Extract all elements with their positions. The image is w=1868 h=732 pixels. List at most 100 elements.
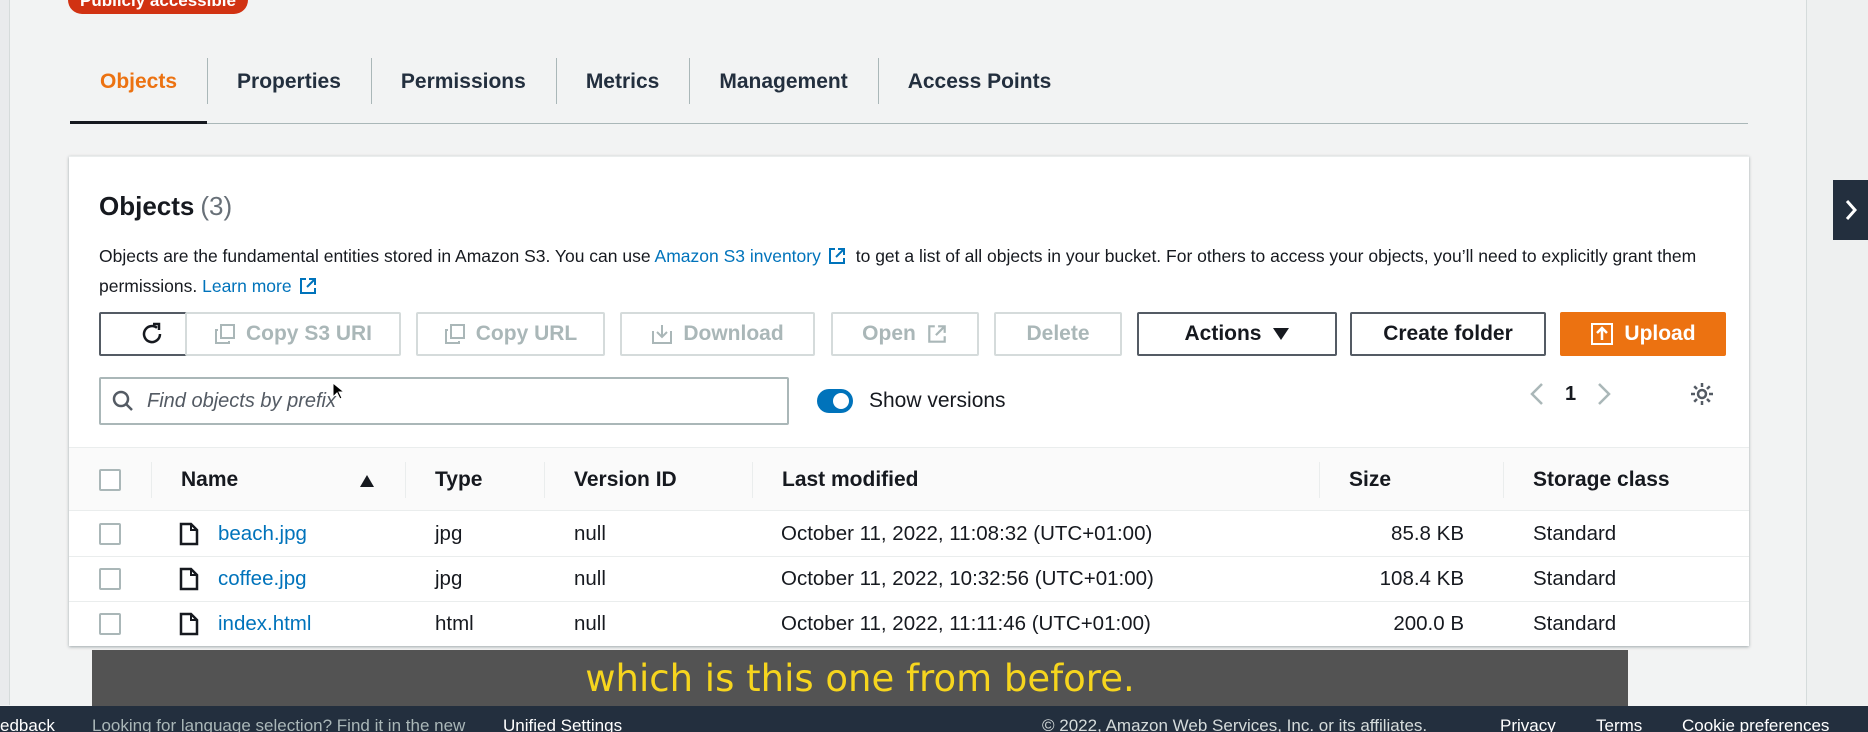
row-checkbox[interactable] (99, 568, 121, 590)
column-header-name[interactable]: Name (181, 468, 238, 492)
object-size: 85.8 KB (1391, 522, 1464, 545)
column-divider (1319, 462, 1320, 498)
column-divider (405, 462, 406, 498)
tab-permissions[interactable]: Permissions (370, 58, 556, 123)
upload-label: Upload (1624, 322, 1696, 345)
object-last-modified: October 11, 2022, 11:11:46 (UTC+01:00) (781, 612, 1151, 635)
current-page-number[interactable]: 1 (1565, 383, 1576, 406)
chevron-right-icon[interactable] (1596, 381, 1612, 407)
column-header-version-id[interactable]: Version ID (574, 468, 677, 492)
tab-management[interactable]: Management (689, 58, 877, 123)
delete-button[interactable]: Delete (994, 312, 1122, 356)
tab-metrics[interactable]: Metrics (555, 58, 690, 123)
help-panel-toggle[interactable] (1833, 180, 1868, 240)
copy-s3-uri-button[interactable]: Copy S3 URI (185, 312, 401, 356)
tab-objects[interactable]: Objects (70, 58, 208, 124)
file-icon (179, 522, 199, 546)
object-size: 200.0 B (1393, 612, 1464, 635)
object-name-link[interactable]: index.html (218, 612, 311, 636)
object-type: jpg (435, 522, 463, 545)
copy-icon (444, 324, 465, 344)
download-icon (652, 325, 673, 344)
object-storage-class: Standard (1533, 522, 1617, 545)
show-versions-toggle[interactable] (817, 389, 853, 413)
right-panel-edge (1806, 0, 1868, 705)
column-divider (151, 462, 152, 498)
objects-heading-title: Objects (99, 191, 195, 221)
tab-access-points[interactable]: Access Points (877, 58, 1082, 123)
objects-description: Objects are the fundamental entities sto… (99, 241, 1719, 301)
object-storage-class: Standard (1533, 612, 1617, 635)
s3-inventory-link[interactable]: Amazon S3 inventory (655, 246, 821, 266)
file-icon (179, 567, 199, 591)
row-checkbox[interactable] (99, 523, 121, 545)
tab-properties[interactable]: Properties (207, 58, 371, 123)
public-access-badge: Publicly accessible (68, 0, 248, 14)
external-link-icon (828, 248, 845, 264)
gear-icon (1691, 383, 1713, 405)
search-field[interactable] (99, 377, 789, 425)
table-preferences-button[interactable] (1689, 381, 1715, 412)
caption-text: which is this one from before. (585, 656, 1135, 700)
upload-button[interactable]: Upload (1560, 312, 1726, 356)
search-icon (112, 390, 133, 411)
object-last-modified: October 11, 2022, 11:08:32 (UTC+01:00) (781, 522, 1153, 545)
column-header-size[interactable]: Size (1349, 468, 1391, 492)
delete-label: Delete (1026, 322, 1090, 345)
refresh-icon (142, 322, 161, 344)
object-version-id: null (574, 567, 606, 590)
actions-dropdown[interactable]: Actions (1137, 312, 1337, 356)
objects-heading: Objects (3) (99, 191, 232, 222)
privacy-link[interactable]: Privacy (1500, 716, 1556, 732)
object-name-link[interactable]: beach.jpg (218, 522, 307, 546)
table-header: Name Type Version ID Last modified Size … (69, 447, 1749, 511)
open-button[interactable]: Open (831, 312, 979, 356)
table-row[interactable]: index.html html null October 11, 2022, 1… (69, 602, 1749, 647)
unified-settings-link[interactable]: Unified Settings (503, 716, 622, 732)
sort-ascending-icon[interactable] (359, 474, 375, 488)
column-header-storage-class[interactable]: Storage class (1533, 468, 1670, 492)
chevron-left-icon[interactable] (1529, 381, 1545, 407)
mouse-cursor-icon (332, 382, 344, 400)
object-storage-class: Standard (1533, 567, 1617, 590)
object-type: jpg (435, 567, 463, 590)
object-last-modified: October 11, 2022, 10:32:56 (UTC+01:00) (781, 567, 1154, 590)
upload-icon (1591, 323, 1614, 345)
video-caption: which is this one from before. (92, 650, 1628, 706)
actions-label: Actions (1184, 322, 1262, 345)
download-button[interactable]: Download (620, 312, 815, 356)
objects-toolbar: Copy S3 URI Copy URL Download Open Delet… (99, 312, 1726, 358)
objects-count: (3) (200, 191, 233, 221)
open-label: Open (862, 322, 916, 345)
object-name-link[interactable]: coffee.jpg (218, 567, 307, 591)
external-link-icon (928, 325, 946, 343)
external-link-icon (299, 278, 316, 294)
show-versions-label: Show versions (869, 389, 1006, 412)
copy-icon (214, 324, 235, 344)
column-divider (752, 462, 753, 498)
language-note: Looking for language selection? Find it … (92, 716, 466, 732)
left-edge (0, 0, 10, 705)
chevron-right-icon (1845, 200, 1857, 220)
bucket-tabs: Objects Properties Permissions Metrics M… (70, 58, 1748, 124)
select-all-checkbox[interactable] (99, 469, 121, 491)
table-row[interactable]: coffee.jpg jpg null October 11, 2022, 10… (69, 557, 1749, 602)
caret-down-icon (1272, 328, 1289, 340)
learn-more-link[interactable]: Learn more (202, 276, 292, 296)
column-header-last-modified[interactable]: Last modified (782, 468, 919, 492)
cookie-preferences-link[interactable]: Cookie preferences (1682, 716, 1829, 732)
row-checkbox[interactable] (99, 613, 121, 635)
search-input[interactable] (147, 389, 747, 413)
table-row[interactable]: beach.jpg jpg null October 11, 2022, 11:… (69, 512, 1749, 557)
column-divider (544, 462, 545, 498)
object-version-id: null (574, 612, 606, 635)
create-folder-button[interactable]: Create folder (1350, 312, 1546, 356)
column-header-type[interactable]: Type (435, 468, 482, 492)
pagination: 1 (1529, 381, 1612, 407)
terms-link[interactable]: Terms (1596, 716, 1642, 732)
copy-url-button[interactable]: Copy URL (416, 312, 605, 356)
column-divider (1503, 462, 1504, 498)
feedback-link[interactable]: edback (0, 716, 55, 732)
copyright-text: © 2022, Amazon Web Services, Inc. or its… (1042, 716, 1428, 732)
download-label: Download (683, 322, 784, 345)
